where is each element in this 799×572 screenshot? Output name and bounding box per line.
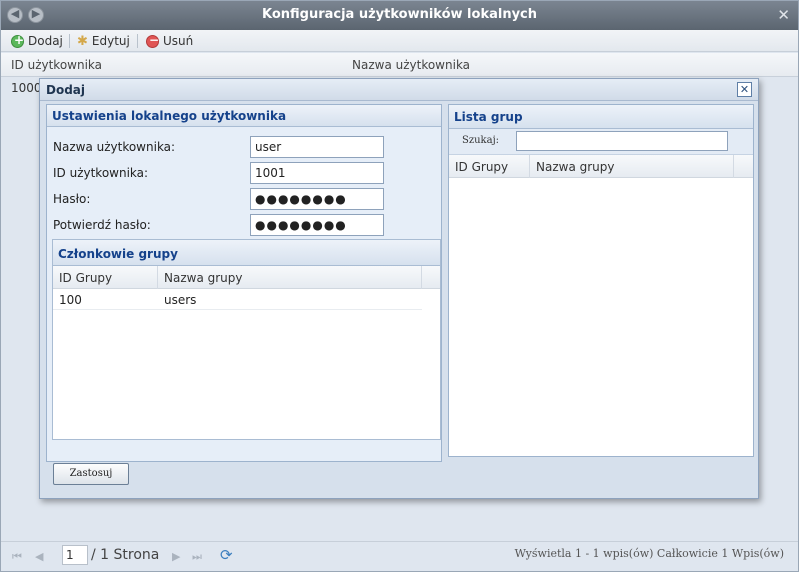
form-row-user-id: ID użytkownika: 1001 bbox=[53, 162, 433, 184]
form-row-username: Nazwa użytkownika: user bbox=[53, 136, 433, 158]
delete-button-label: Usuń bbox=[163, 34, 194, 48]
title-bar: ◀ ▶ Konfiguracja użytkowników lokalnych … bbox=[1, 1, 798, 30]
users-grid-header: ID użytkownika Nazwa użytkownika bbox=[1, 53, 798, 77]
local-user-settings-panel: Ustawienia lokalnego użytkownika Nazwa u… bbox=[46, 104, 442, 462]
add-icon bbox=[11, 33, 24, 48]
page-number-input[interactable] bbox=[62, 545, 88, 565]
dialog-close-button[interactable]: ✕ bbox=[737, 82, 752, 97]
dialog-title: Dodaj bbox=[46, 83, 86, 97]
gear-icon: ✱ bbox=[77, 33, 88, 49]
user-id-input[interactable]: 1001 bbox=[250, 162, 384, 184]
group-list-title: Lista grup bbox=[449, 105, 753, 129]
add-button[interactable]: Dodaj bbox=[11, 33, 63, 49]
local-user-settings-title: Ustawienia lokalnego użytkownika bbox=[47, 105, 441, 127]
group-members-title: Członkowie grupy bbox=[53, 240, 440, 266]
column-header-user-name[interactable]: Nazwa użytkownika bbox=[352, 58, 470, 72]
column-header-group-id[interactable]: ID Grupy bbox=[455, 160, 508, 174]
prev-page-icon[interactable]: ◀ bbox=[35, 550, 43, 563]
group-name-cell: users bbox=[164, 293, 197, 307]
column-divider bbox=[733, 155, 734, 178]
column-divider bbox=[421, 266, 422, 289]
refresh-icon[interactable]: ⟳ bbox=[220, 546, 233, 564]
last-page-icon[interactable]: ⏭ bbox=[192, 550, 202, 564]
user-id-label: ID użytkownika: bbox=[53, 166, 149, 180]
username-input[interactable]: user bbox=[250, 136, 384, 158]
group-search-input[interactable] bbox=[516, 131, 728, 151]
group-id-cell: 100 bbox=[59, 293, 82, 307]
add-button-label: Dodaj bbox=[28, 34, 63, 48]
add-user-dialog: Dodaj ✕ Ustawienia lokalnego użytkownika… bbox=[39, 78, 759, 499]
paging-info: Wyświetla 1 - 1 wpis(ów) Całkowicie 1 Wp… bbox=[514, 547, 784, 560]
toolbar-divider bbox=[69, 34, 70, 48]
window-close-button[interactable]: ✕ bbox=[777, 6, 790, 24]
column-header-user-id[interactable]: ID użytkownika bbox=[11, 58, 102, 72]
toolbar: Dodaj ✱ Edytuj Usuń bbox=[1, 30, 798, 52]
edit-button[interactable]: ✱ Edytuj bbox=[77, 33, 130, 49]
search-label: Szukaj: bbox=[462, 135, 500, 146]
group-search-bar: Szukaj: bbox=[449, 129, 753, 155]
first-page-icon[interactable]: ⏮ bbox=[12, 550, 22, 564]
confirm-password-input[interactable]: ●●●●●●●● bbox=[250, 214, 384, 236]
column-header-group-name[interactable]: Nazwa grupy bbox=[164, 271, 243, 285]
window-title: Konfiguracja użytkowników lokalnych bbox=[261, 7, 538, 22]
form-row-password: Hasło: ●●●●●●●● bbox=[53, 188, 433, 210]
delete-button[interactable]: Usuń bbox=[146, 33, 193, 49]
next-page-icon[interactable]: ▶ bbox=[172, 550, 180, 563]
user-id-cell: 1000 bbox=[11, 81, 42, 95]
group-members-panel: Członkowie grupy ID Grupy Nazwa grupy 10… bbox=[52, 239, 441, 440]
group-list-panel: Lista grup Szukaj: ID Grupy Nazwa grupy bbox=[448, 104, 754, 457]
form-row-confirm-password: Potwierdź hasło: ●●●●●●●● bbox=[53, 214, 433, 236]
dialog-header: Dodaj ✕ bbox=[40, 79, 758, 101]
page-total: / 1 Strona bbox=[91, 547, 160, 563]
password-input[interactable]: ●●●●●●●● bbox=[250, 188, 384, 210]
close-icon: ✕ bbox=[739, 83, 750, 96]
column-divider bbox=[529, 155, 530, 178]
delete-icon bbox=[146, 33, 159, 48]
group-members-grid-header: ID Grupy Nazwa grupy bbox=[53, 266, 440, 289]
apply-button[interactable]: Zastosuj bbox=[53, 463, 129, 485]
main-window: ◀ ▶ Konfiguracja użytkowników lokalnych … bbox=[0, 0, 799, 572]
confirm-password-label: Potwierdź hasło: bbox=[53, 218, 151, 232]
pagination-bar: ⏮ ◀ / 1 Strona ▶ ⏭ ⟳ Wyświetla 1 - 1 wpi… bbox=[1, 541, 798, 571]
close-icon: ✕ bbox=[777, 6, 790, 24]
password-label: Hasło: bbox=[53, 192, 91, 206]
column-divider bbox=[157, 266, 158, 289]
edit-button-label: Edytuj bbox=[91, 34, 130, 48]
column-header-group-name[interactable]: Nazwa grupy bbox=[536, 160, 615, 174]
username-label: Nazwa użytkownika: bbox=[53, 140, 176, 154]
column-header-group-id[interactable]: ID Grupy bbox=[59, 271, 112, 285]
group-list-grid-header: ID Grupy Nazwa grupy bbox=[449, 155, 753, 178]
table-row[interactable]: 100 users bbox=[53, 289, 422, 310]
toolbar-divider bbox=[137, 34, 138, 48]
